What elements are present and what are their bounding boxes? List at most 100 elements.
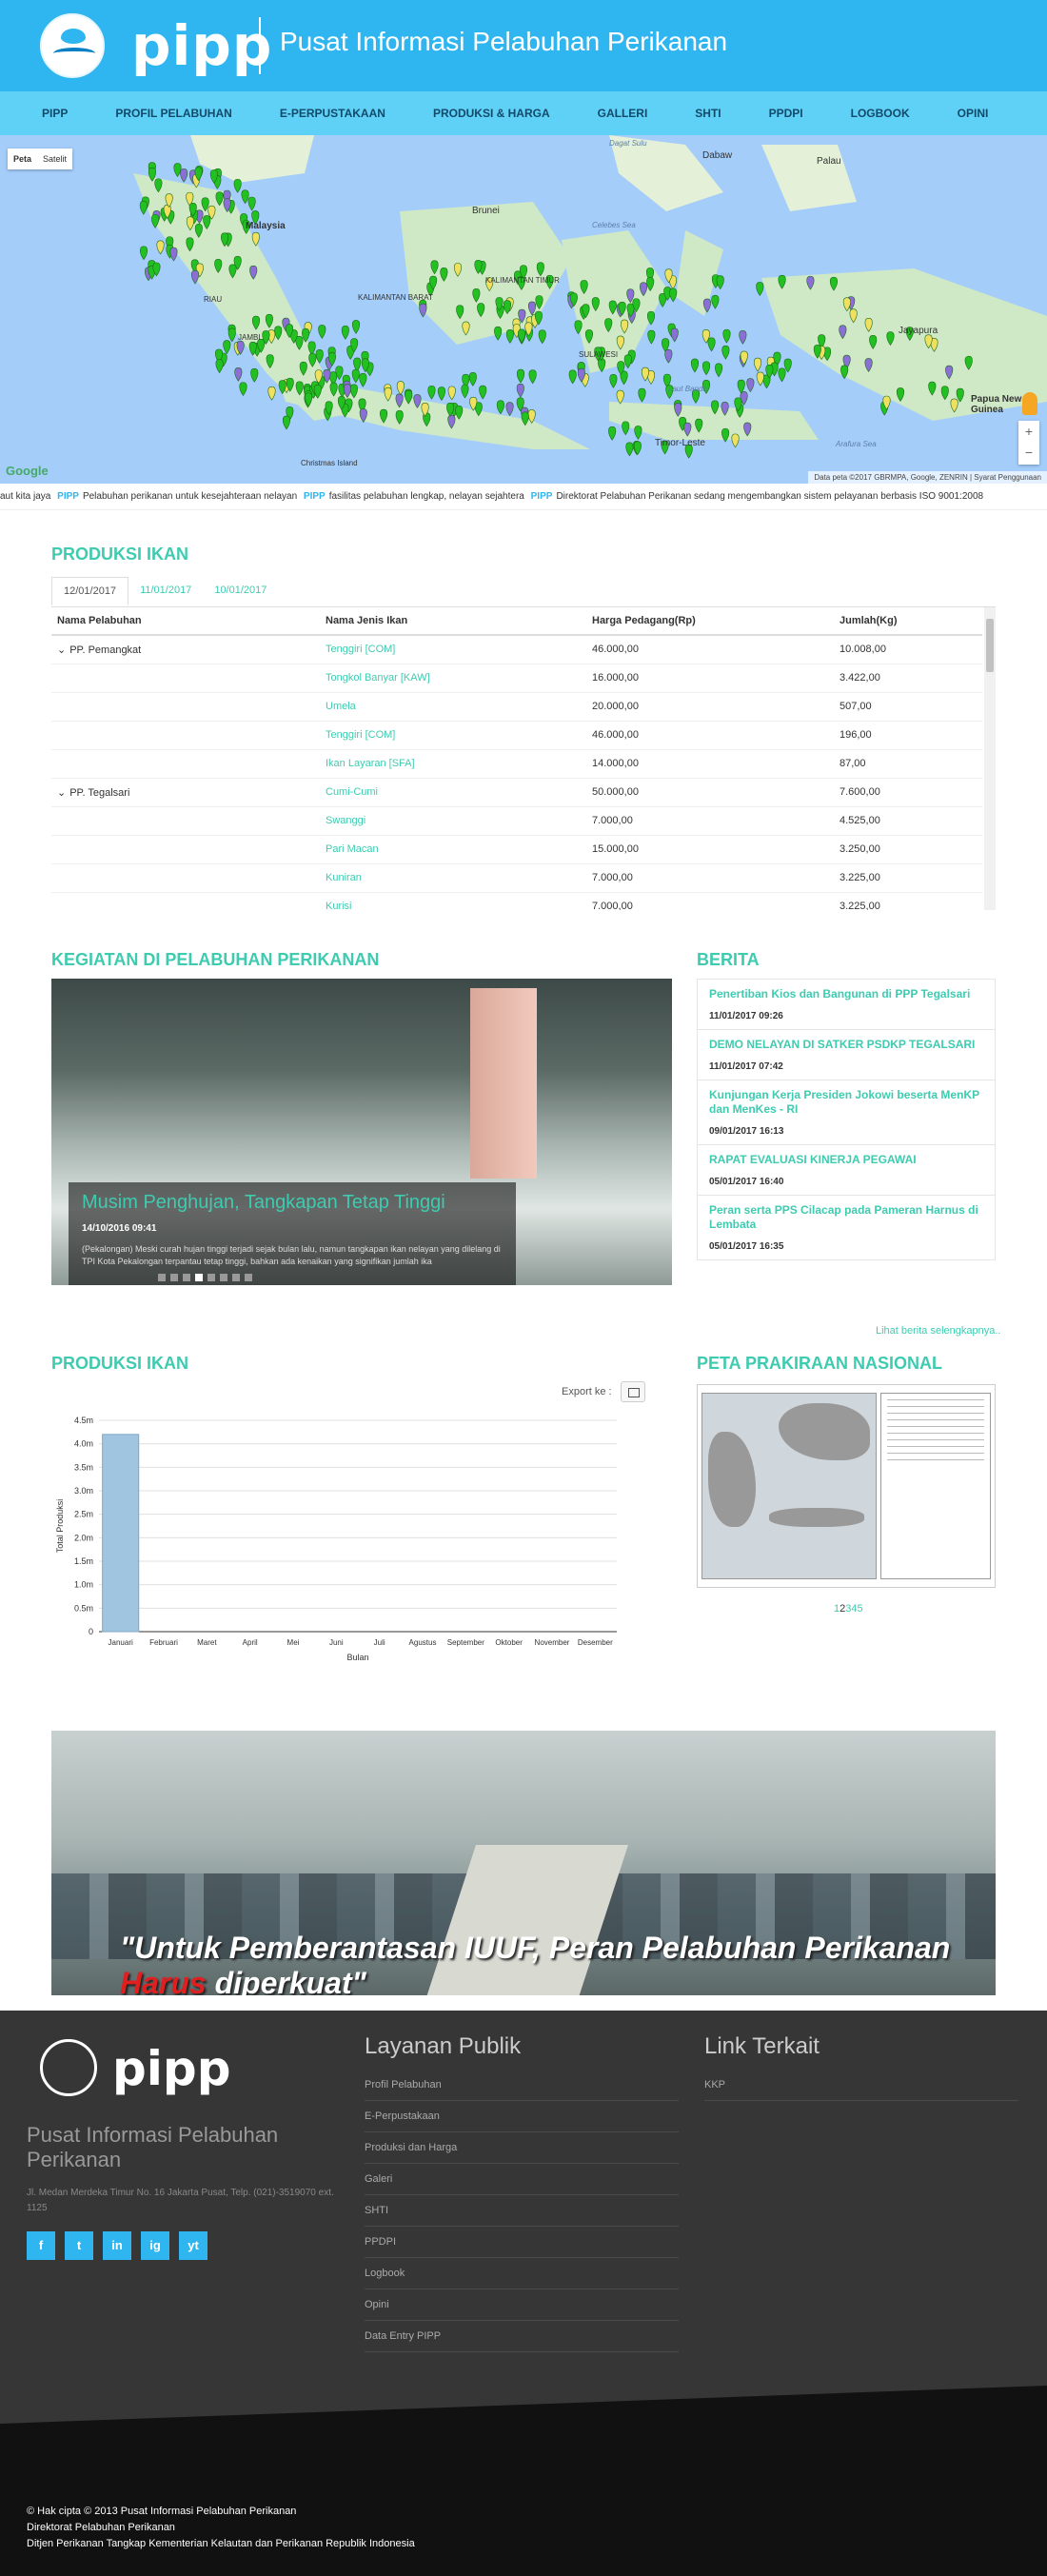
slider-dot[interactable] (183, 1274, 190, 1281)
port-marker[interactable] (702, 298, 711, 313)
port-marker[interactable] (405, 389, 413, 405)
port-marker[interactable] (223, 340, 231, 355)
pipp-logo[interactable]: pipp (131, 17, 272, 74)
port-marker[interactable] (477, 303, 485, 318)
port-marker[interactable] (169, 247, 178, 262)
port-marker[interactable] (228, 264, 237, 279)
table-row[interactable]: Swanggi 7.000,00 4.525,00 (51, 806, 982, 836)
footer-link-produksi-harga[interactable]: Produksi dan Harga (365, 2132, 679, 2164)
port-marker[interactable] (214, 259, 223, 273)
port-marker[interactable] (186, 216, 194, 231)
port-marker[interactable] (395, 393, 404, 408)
facebook-icon[interactable]: f (27, 2231, 55, 2260)
forecast-map-image[interactable] (697, 1384, 996, 1588)
news-item[interactable]: Penertiban Kios dan Bangunan di PPP Tega… (697, 979, 996, 1029)
port-marker[interactable] (646, 310, 656, 326)
port-marker[interactable] (505, 402, 514, 417)
table-row[interactable]: Tenggiri [COM] 46.000,00 196,00 (51, 721, 982, 750)
port-marker[interactable] (505, 329, 514, 344)
port-marker[interactable] (247, 196, 256, 211)
port-marker[interactable] (721, 427, 730, 443)
port-marker[interactable] (447, 414, 456, 429)
footer-link-logbook[interactable]: Logbook (365, 2258, 679, 2289)
port-marker[interactable] (413, 394, 422, 408)
linkedin-icon[interactable]: in (103, 2231, 131, 2260)
nav-e-perpustakaan[interactable]: E-PERPUSTAKAAN (280, 107, 385, 120)
map-type-peta[interactable]: Peta (8, 149, 37, 169)
port-marker[interactable] (591, 297, 600, 312)
port-marker[interactable] (395, 409, 404, 425)
news-title[interactable]: DEMO NELAYAN DI SATKER PSDKP TEGALSARI (709, 1038, 983, 1052)
table-row[interactable]: Pari Macan 15.000,00 3.250,00 (51, 835, 982, 864)
map-type-satelit[interactable]: Satelit (37, 149, 72, 169)
cell-pelabuhan[interactable]: ⌄ PP. Pemangkat (51, 635, 320, 664)
port-marker[interactable] (427, 385, 436, 400)
port-marker[interactable] (274, 326, 283, 341)
port-marker[interactable] (964, 355, 973, 370)
port-marker[interactable] (716, 275, 724, 290)
port-marker[interactable] (840, 365, 849, 380)
port-marker[interactable] (623, 354, 632, 369)
port-marker[interactable] (201, 197, 209, 212)
port-marker[interactable] (239, 382, 247, 397)
port-marker[interactable] (186, 237, 194, 252)
table-row[interactable]: Tongkol Banyar [KAW] 16.000,00 3.422,00 (51, 664, 982, 693)
port-marker[interactable] (479, 385, 487, 400)
news-title[interactable]: Peran serta PPS Cilacap pada Pameran Har… (709, 1203, 983, 1232)
port-marker[interactable] (647, 329, 656, 345)
port-marker[interactable] (945, 365, 954, 380)
table-row[interactable]: Kurisi 7.000,00 3.225,00 (51, 892, 982, 910)
port-marker[interactable] (664, 348, 673, 364)
table-row[interactable]: Kuniran 7.000,00 3.225,00 (51, 863, 982, 893)
nav-galleri[interactable]: GALLERI (598, 107, 648, 120)
kkp-emblem-logo[interactable] (40, 13, 105, 78)
port-marker[interactable] (690, 358, 700, 373)
port-marker[interactable] (707, 337, 716, 352)
forecast-page-5[interactable]: 5 (858, 1603, 863, 1615)
port-marker[interactable] (721, 345, 730, 360)
slider-dot[interactable] (195, 1274, 203, 1281)
port-marker[interactable] (139, 200, 148, 215)
port-marker[interactable] (584, 329, 593, 344)
street-view-pegman-icon[interactable] (1022, 392, 1037, 415)
nav-produksi-harga[interactable]: PRODUKSI & HARGA (433, 107, 550, 120)
table-row[interactable]: ⌄ PP. Pemangkat Tenggiri [COM] 46.000,00 10.… (51, 635, 982, 664)
port-marker[interactable] (419, 303, 427, 318)
port-marker[interactable] (646, 277, 655, 291)
port-marker[interactable] (536, 262, 544, 277)
port-marker[interactable] (380, 408, 388, 424)
port-marker[interactable] (527, 409, 536, 424)
port-marker[interactable] (886, 331, 895, 347)
instagram-icon[interactable]: ig (141, 2231, 169, 2260)
slider-dot[interactable] (220, 1274, 227, 1281)
port-marker[interactable] (743, 422, 752, 437)
port-marker[interactable] (535, 295, 543, 310)
port-marker[interactable] (453, 263, 463, 277)
port-marker[interactable] (574, 320, 583, 335)
slider-dot[interactable] (232, 1274, 240, 1281)
footer-link-opini[interactable]: Opini (365, 2289, 679, 2321)
port-marker[interactable] (251, 231, 260, 247)
port-marker[interactable] (756, 282, 764, 296)
news-title[interactable]: Kunjungan Kerja Presiden Jokowi beserta … (709, 1088, 983, 1117)
chevron-down-icon[interactable]: ⌄ (57, 787, 66, 799)
port-marker[interactable] (241, 189, 249, 205)
port-marker[interactable] (621, 319, 629, 334)
news-item[interactable]: DEMO NELAYAN DI SATKER PSDKP TEGALSARI 11… (697, 1029, 996, 1080)
footer-link-ppdpi[interactable]: PPDPI (365, 2227, 679, 2258)
port-marker[interactable] (604, 318, 613, 333)
port-marker[interactable] (318, 325, 326, 340)
port-marker[interactable] (154, 178, 163, 193)
port-marker[interactable] (864, 358, 873, 372)
port-marker[interactable] (842, 297, 851, 312)
port-marker[interactable] (516, 368, 525, 384)
footer-link-galeri[interactable]: Galeri (365, 2164, 679, 2195)
port-marker[interactable] (746, 378, 755, 393)
port-marker[interactable] (721, 401, 729, 416)
nav-logbook[interactable]: LOGBOOK (851, 107, 910, 120)
port-marker[interactable] (722, 328, 731, 344)
port-marker[interactable] (896, 387, 905, 402)
tab-date-1[interactable]: 11/01/2017 (128, 577, 203, 605)
port-marker[interactable] (234, 367, 243, 382)
port-marker[interactable] (616, 389, 624, 405)
